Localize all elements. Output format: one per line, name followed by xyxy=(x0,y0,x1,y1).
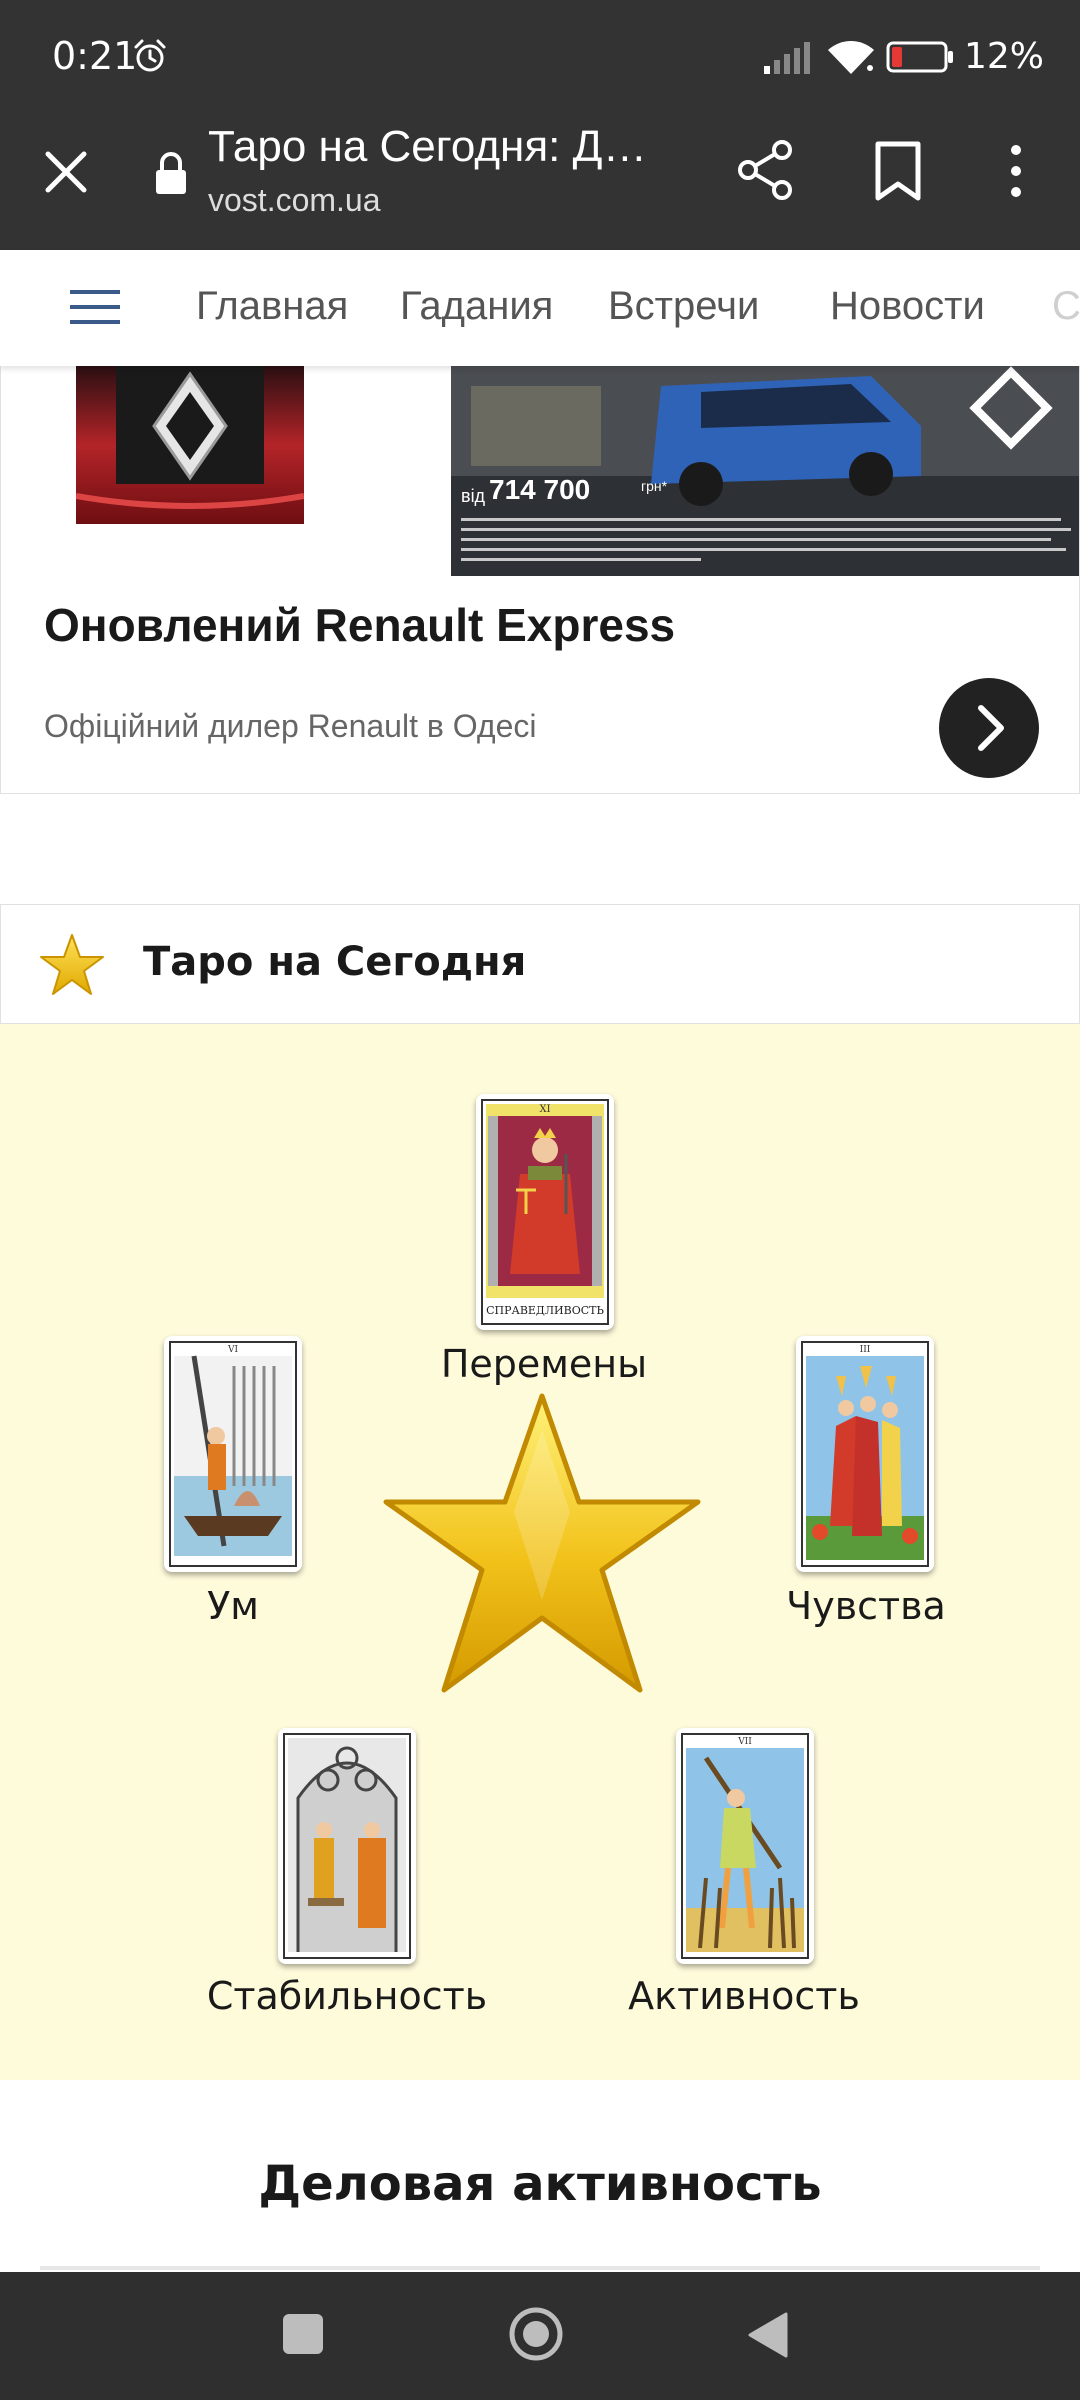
wifi-icon xyxy=(828,41,874,74)
card-position-label: Стабильность xyxy=(206,1974,488,2018)
card-numeral: VII xyxy=(737,1737,752,1747)
divider xyxy=(40,2266,1040,2270)
recents-icon[interactable] xyxy=(283,2314,323,2354)
bookmark-icon[interactable] xyxy=(872,140,924,202)
ad-brand-logo-image[interactable] xyxy=(76,366,304,524)
star-icon xyxy=(383,1393,701,1693)
nav-link-news[interactable]: Новости xyxy=(830,284,985,329)
page-title[interactable]: Таро на Сегодня: До… xyxy=(208,122,668,172)
nav-link-fortune[interactable]: Гадания xyxy=(400,284,553,329)
tarot-spread: XI СПРАВЕДЛИВОСТЬ Перемены VI Ум III Чув… xyxy=(0,1024,1080,2080)
ad-banner[interactable]: від 714 700 грн* Оновлений Renault Expre… xyxy=(0,366,1080,794)
tarot-card-three-of-pentacles[interactable] xyxy=(278,1728,416,1964)
more-vert-icon[interactable] xyxy=(1000,140,1032,202)
ad-price: 714 700 xyxy=(489,474,591,505)
status-bar: 0:21 12% xyxy=(0,0,1080,110)
system-navigation-bar xyxy=(0,2272,1080,2400)
card-numeral: XI xyxy=(539,1104,550,1115)
nav-link-main[interactable]: Главная xyxy=(196,284,348,329)
card-position-label: Чувства xyxy=(786,1584,946,1628)
ad-open-button[interactable] xyxy=(939,678,1039,778)
ad-headline[interactable]: Оновлений Renault Express xyxy=(44,598,675,652)
card-position-label: Перемены xyxy=(440,1342,648,1386)
section-title: Таро на Сегодня xyxy=(143,939,527,985)
page-domain[interactable]: vost.com.ua xyxy=(208,182,381,219)
chevron-right-icon xyxy=(978,705,1004,751)
ad-price-unit: грн* xyxy=(641,478,668,494)
card-position-label: Ум xyxy=(207,1584,259,1628)
back-icon[interactable] xyxy=(746,2310,790,2360)
card-position-label: Активность xyxy=(628,1974,860,2018)
section-title: Деловая активность xyxy=(258,2156,822,2212)
tarot-card-justice[interactable]: XI СПРАВЕДЛИВОСТЬ xyxy=(476,1094,614,1330)
close-icon[interactable] xyxy=(36,142,96,202)
nav-link-meetings[interactable]: Встречи xyxy=(608,284,759,329)
ad-advertiser[interactable]: Офіційний дилер Renault в Одесі xyxy=(44,708,537,745)
share-icon[interactable] xyxy=(736,138,796,202)
ad-fine-print xyxy=(461,518,1071,561)
tarot-section-header: Таро на Сегодня xyxy=(0,904,1080,1024)
card-numeral: VI xyxy=(227,1345,238,1355)
signal-icon xyxy=(764,42,810,74)
ad-price-prefix: від xyxy=(461,486,486,506)
ad-vehicle-photo[interactable]: від 714 700 грн* xyxy=(451,366,1079,576)
card-caption: СПРАВЕДЛИВОСТЬ xyxy=(486,1304,604,1317)
star-icon xyxy=(40,934,104,995)
tarot-card-three-of-cups[interactable]: III xyxy=(796,1336,934,1572)
browser-toolbar: Таро на Сегодня: До… vost.com.ua xyxy=(0,110,1080,250)
battery-percent: 12% xyxy=(964,36,1045,77)
tarot-card-seven-of-wands[interactable]: VII xyxy=(676,1728,814,1964)
hamburger-menu-icon[interactable] xyxy=(68,286,122,328)
screen: 0:21 12% Таро на Сегодня: До… vost.com.u… xyxy=(0,0,1080,2400)
alarm-icon xyxy=(134,39,166,72)
home-icon[interactable] xyxy=(508,2306,564,2362)
lock-icon[interactable] xyxy=(154,150,188,196)
status-time: 0:21 xyxy=(52,34,138,78)
nav-link-overflow[interactable]: С xyxy=(1052,284,1080,329)
battery-low-icon xyxy=(886,41,953,73)
card-numeral: III xyxy=(860,1345,871,1355)
site-nav: Главная Гадания Встречи Новости С xyxy=(0,250,1080,366)
tarot-card-six-of-swords[interactable]: VI xyxy=(164,1336,302,1572)
